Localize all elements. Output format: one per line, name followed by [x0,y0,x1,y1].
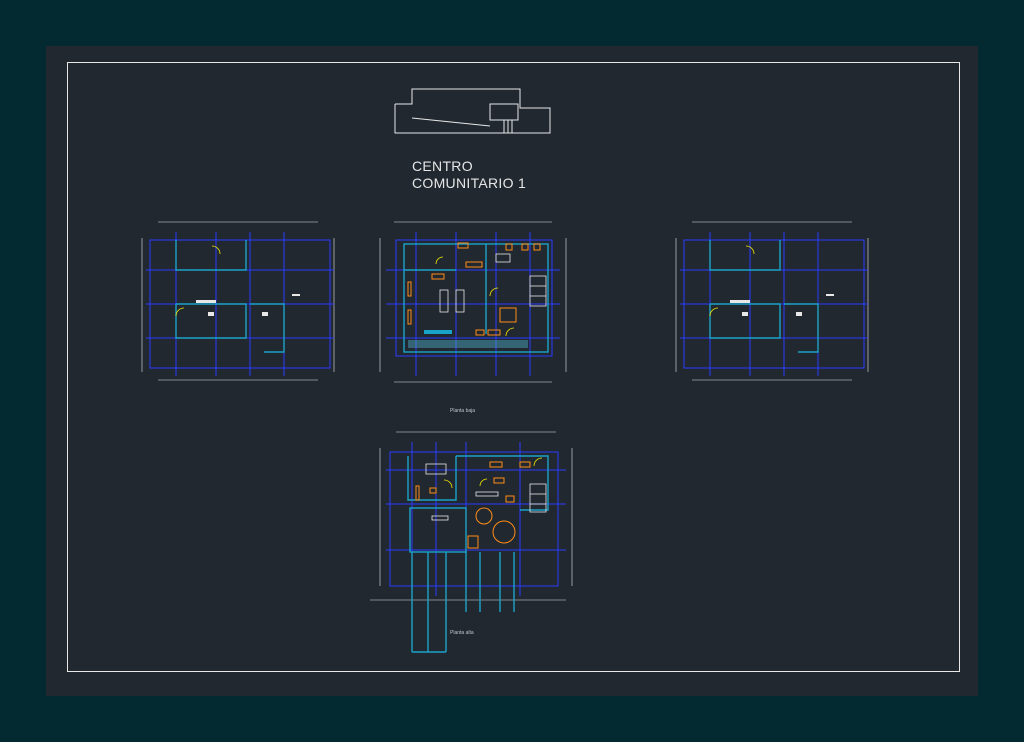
floor-plan-right [675,221,869,381]
cad-drawing [141,88,869,653]
floor-plan-left [141,221,335,381]
floor-plan-upper [370,431,573,653]
title-line-1: CENTRO [412,158,473,174]
floor-plan-ground [379,221,567,383]
drawing-title: CENTRO COMUNITARIO 1 [412,158,526,192]
title-line-2: COMUNITARIO 1 [412,175,527,191]
caption-lower-level: Planta baja [450,408,476,414]
caption-upper-level: Planta alta [450,630,474,636]
building-elevation [394,88,551,134]
